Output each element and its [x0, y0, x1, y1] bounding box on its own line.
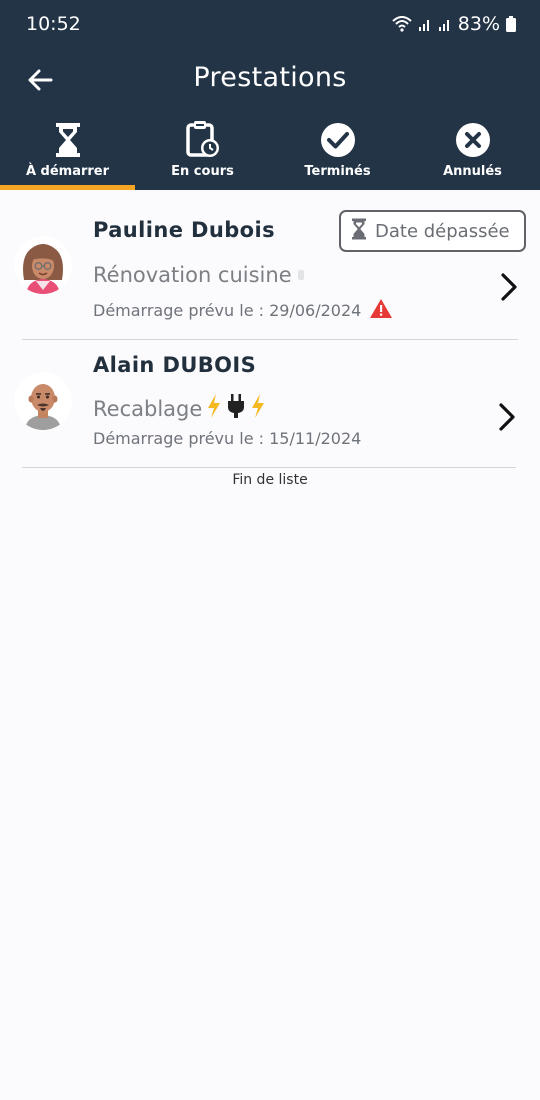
signal-icon-2 — [438, 16, 452, 32]
service-name: Recablage — [93, 393, 266, 424]
lightning-bolt-icon — [250, 393, 266, 424]
battery-icon — [506, 16, 516, 32]
client-name: Pauline Dubois — [93, 218, 275, 242]
page-title: Prestations — [193, 62, 347, 93]
service-label: Rénovation cuisine — [93, 263, 292, 287]
list-item[interactable]: Pauline Dubois Date dépassée Rénovation … — [0, 190, 540, 340]
chevron-right-icon — [494, 402, 520, 432]
list-end-label: Fin de liste — [232, 472, 308, 488]
check-circle-icon — [320, 118, 356, 158]
start-date-label: Démarrage prévu le : 29/06/2024 — [93, 301, 362, 320]
badge-label: Date dépassée — [375, 220, 510, 242]
faded-emoji-icon — [297, 270, 304, 280]
chevron-right-icon — [496, 272, 522, 302]
start-date-label: Démarrage prévu le : 15/11/2024 — [93, 429, 362, 448]
hourglass-icon — [55, 118, 81, 158]
start-date: Démarrage prévu le : 29/06/2024 — [93, 298, 393, 323]
avatar — [14, 372, 72, 430]
clipboard-clock-icon — [185, 118, 220, 158]
tab-label: À démarrer — [25, 164, 110, 179]
list-item[interactable]: Alain DUBOIS Recablage Démarrage prévu l… — [0, 340, 540, 468]
avatar — [14, 236, 72, 294]
client-name: Alain DUBOIS — [93, 353, 257, 377]
signal-icon-1 — [418, 16, 432, 32]
start-date: Démarrage prévu le : 15/11/2024 — [93, 429, 361, 448]
app-header: 10:52 83% Prestations À démarrer En cour… — [0, 0, 540, 190]
warning-icon — [369, 298, 393, 323]
date-exceeded-badge: Date dépassée — [339, 210, 526, 252]
lightning-bolt-icon — [206, 393, 222, 424]
list-divider — [22, 467, 516, 468]
tab-label: Annulés — [443, 164, 502, 179]
status-icons: 83% — [392, 13, 516, 35]
service-label: Recablage — [93, 396, 203, 421]
status-time: 10:52 — [26, 13, 81, 35]
tab-label: Terminés — [304, 164, 371, 179]
service-name: Rénovation cuisine — [93, 263, 304, 287]
tab-en-cours[interactable]: En cours — [135, 118, 270, 190]
hourglass-icon — [351, 218, 367, 245]
wifi-icon — [392, 16, 412, 32]
tab-termines[interactable]: Terminés — [270, 118, 405, 190]
status-bar: 10:52 83% — [0, 0, 540, 50]
tab-label: En cours — [171, 164, 234, 179]
battery-percent: 83% — [457, 13, 500, 35]
electric-plug-icon — [226, 393, 246, 424]
tab-a-demarrer[interactable]: À démarrer — [0, 118, 135, 190]
tab-bar: À démarrer En cours Terminés Annulés — [0, 118, 540, 190]
tab-annules[interactable]: Annulés — [405, 118, 540, 190]
nav-bar: Prestations — [0, 50, 540, 112]
close-circle-icon — [455, 118, 491, 158]
